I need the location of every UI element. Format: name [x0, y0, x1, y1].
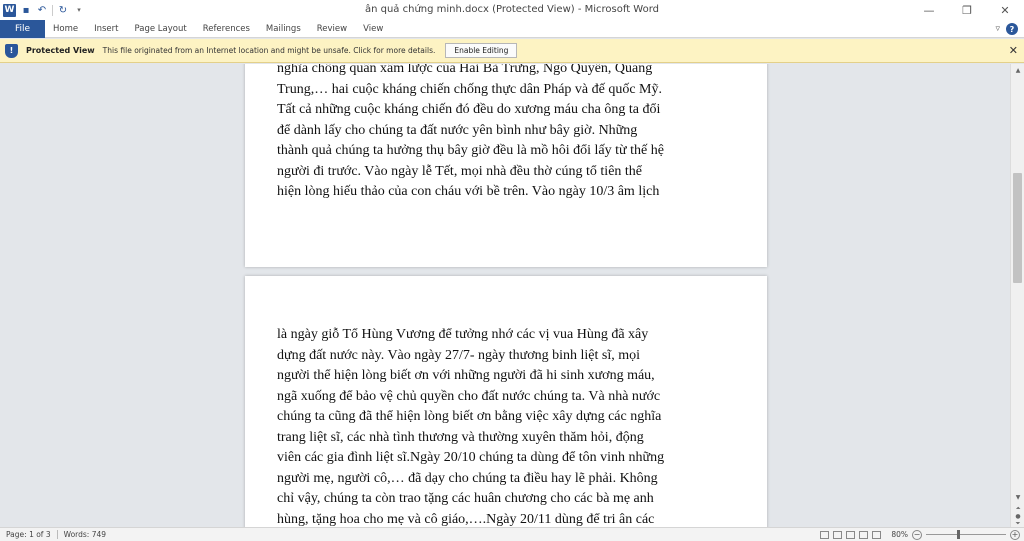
document-page-2[interactable]: là ngày giỗ Tổ Hùng Vương để tưởng nhớ c…	[245, 276, 767, 527]
web-layout-view-icon[interactable]	[846, 530, 856, 539]
text-line: là ngày giỗ Tổ Hùng Vương để tưởng nhớ c…	[277, 327, 649, 342]
text-line: để dành lấy cho chúng ta đất nước yên bì…	[277, 122, 638, 138]
text-line: dựng đất nước này. Vào ngày 27/7- ngày t…	[277, 347, 641, 363]
text-line: hùng, tặng hoa cho mẹ và cô giáo,….Ngày …	[277, 511, 655, 527]
zoom-out-icon[interactable]: −	[912, 529, 922, 540]
zoom-slider[interactable]	[926, 530, 1006, 539]
text-line: chúng ta cũng đã thể hiện lòng biết ơn b…	[277, 409, 662, 424]
browse-object-controls: ⏶ ● ⏷	[1011, 505, 1024, 527]
redo-icon[interactable]: ↻	[57, 4, 69, 16]
protected-view-label: Protected View	[26, 46, 95, 55]
tab-page-layout[interactable]: Page Layout	[127, 20, 195, 38]
document-page-1[interactable]: nghĩa chống quân xâm lược của Hai Bà Trư…	[245, 64, 767, 267]
tab-file[interactable]: File	[0, 19, 45, 38]
page-indicator[interactable]: Page: 1 of 3	[0, 530, 57, 539]
document-area[interactable]: nghĩa chống quân xâm lược của Hai Bà Trư…	[0, 64, 1010, 527]
shield-icon: !	[5, 43, 18, 58]
save-icon[interactable]: ▪	[20, 4, 32, 16]
text-line: nghĩa chống quân xâm lược của Hai Bà Trư…	[277, 64, 653, 76]
zoom-in-icon[interactable]: +	[1010, 529, 1020, 540]
page-1-text[interactable]: nghĩa chống quân xâm lược của Hai Bà Trư…	[277, 64, 709, 203]
title-bar: W ▪ ↶ ↻ ▾ ân quả chứng minh.docx (Protec…	[0, 0, 1024, 20]
scroll-up-icon[interactable]: ▲	[1011, 64, 1024, 76]
customize-qat-icon[interactable]: ▾	[73, 4, 85, 16]
tab-insert[interactable]: Insert	[86, 20, 126, 38]
status-bar: Page: 1 of 3 Words: 749 80% − +	[0, 527, 1024, 541]
protected-view-message[interactable]: This file originated from an Internet lo…	[103, 46, 436, 55]
outline-view-icon[interactable]	[859, 530, 869, 539]
tab-mailings[interactable]: Mailings	[258, 20, 309, 38]
ribbon-right-controls: ▿ ?	[995, 20, 1018, 38]
status-right-controls: 80% − +	[820, 528, 1020, 541]
qat-separator	[52, 4, 53, 16]
zoom-slider-thumb[interactable]	[956, 530, 960, 539]
word-app-icon[interactable]: W	[3, 3, 16, 17]
text-line: viên các gia đình liệt sĩ.Ngày 20/10 chú…	[277, 450, 665, 465]
full-screen-reading-view-icon[interactable]	[833, 530, 843, 539]
ribbon-tabs: File Home Insert Page Layout References …	[0, 19, 1024, 38]
print-layout-view-icon[interactable]	[820, 530, 830, 539]
previous-page-icon[interactable]: ⏶	[1016, 505, 1021, 513]
text-line: ngã xuống để bảo vệ chủ quyền cho đất nư…	[277, 388, 661, 404]
scroll-thumb[interactable]	[1013, 173, 1022, 283]
quick-access-toolbar: W ▪ ↶ ↻ ▾	[0, 0, 85, 20]
text-line: Tất cả những cuộc kháng chiến đó đều do …	[277, 102, 661, 117]
text-line: trang liệt sĩ, các nhà tình thương và th…	[277, 429, 644, 445]
minimize-button[interactable]: —	[910, 0, 948, 20]
text-line: người thể hiện lòng biết ơn với những ng…	[277, 368, 655, 383]
window-controls: — ❐ ✕	[910, 0, 1024, 20]
browse-object-icon[interactable]: ●	[1015, 513, 1020, 520]
help-icon[interactable]: ?	[1006, 23, 1018, 35]
text-line: người đi trước. Vào ngày lễ Tết, mọi nhà…	[277, 163, 643, 179]
enable-editing-button[interactable]: Enable Editing	[445, 43, 518, 58]
close-button[interactable]: ✕	[986, 0, 1024, 20]
tab-review[interactable]: Review	[309, 20, 355, 38]
tab-references[interactable]: References	[195, 20, 258, 38]
vertical-scrollbar[interactable]: ▲ ▼ ⏶ ● ⏷	[1010, 64, 1024, 527]
text-line: người mẹ, người cô,… đã dạy cho chúng ta…	[277, 470, 658, 486]
expand-ribbon-icon[interactable]: ▿	[995, 24, 1000, 34]
text-line: Trung,… hai cuộc kháng chiến chống thực …	[277, 81, 662, 97]
draft-view-icon[interactable]	[872, 530, 882, 539]
text-line: chỉ vậy, chúng ta còn trao tặng các huân…	[277, 491, 654, 506]
close-message-bar-icon[interactable]: ✕	[1009, 44, 1018, 57]
page-2-text[interactable]: là ngày giỗ Tổ Hùng Vương để tưởng nhớ c…	[277, 325, 709, 527]
zoom-level[interactable]: 80%	[891, 530, 908, 539]
scroll-down-icon[interactable]: ▼	[1011, 491, 1024, 503]
window-title: ân quả chứng minh.docx (Protected View) …	[364, 4, 660, 15]
tab-home[interactable]: Home	[45, 20, 86, 38]
text-line: thành quả chúng ta hưởng thụ bây giờ đều…	[277, 143, 664, 158]
word-count[interactable]: Words: 749	[58, 530, 112, 539]
undo-icon[interactable]: ↶	[36, 4, 48, 16]
tab-view[interactable]: View	[355, 20, 391, 38]
protected-view-bar: ! Protected View This file originated fr…	[0, 39, 1024, 63]
text-line: hiện lòng hiếu thảo của con cháu với bề …	[277, 184, 660, 199]
restore-button[interactable]: ❐	[948, 0, 986, 20]
